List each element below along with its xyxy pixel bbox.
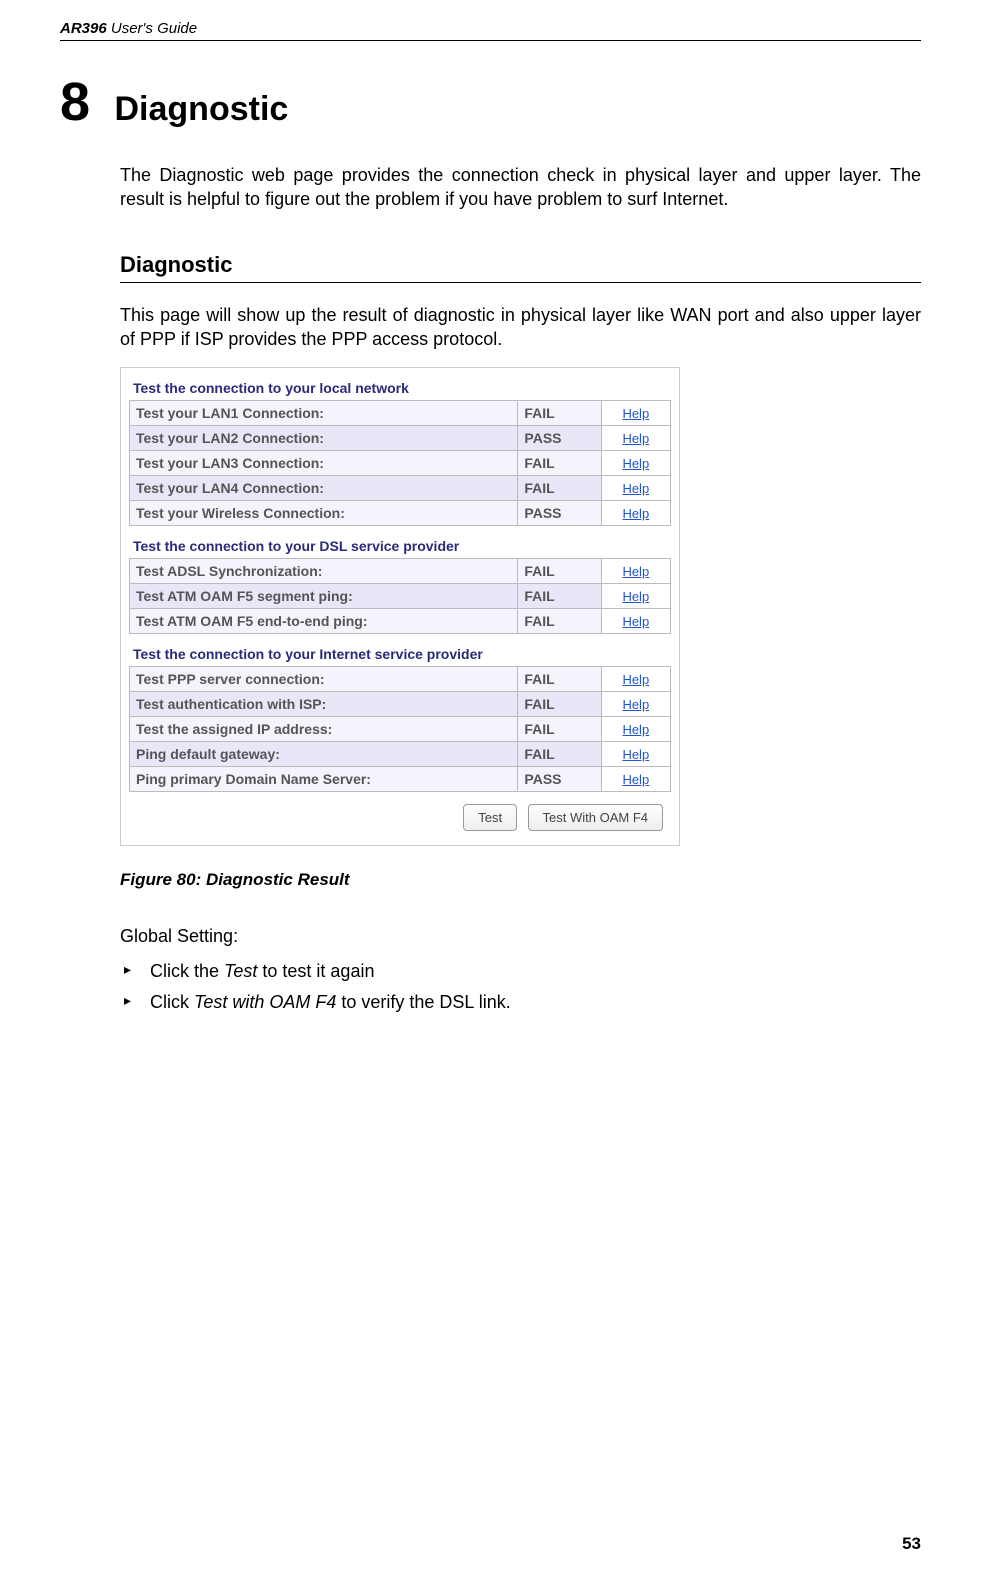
list-item: Click Test with OAM F4 to verify the DSL…: [120, 992, 921, 1013]
bullet-prefix: Click the: [150, 961, 224, 981]
diag-test-label: Ping primary Domain Name Server:: [130, 767, 518, 792]
help-link[interactable]: Help: [622, 506, 649, 521]
diag-test-label: Test authentication with ISP:: [130, 692, 518, 717]
diag-test-label: Test PPP server connection:: [130, 667, 518, 692]
section-paragraph: This page will show up the result of dia…: [120, 303, 921, 352]
figure-caption: Figure 80: Diagnostic Result: [120, 870, 921, 890]
diag-help-cell: Help: [601, 609, 670, 634]
diag-help-cell: Help: [601, 559, 670, 584]
bullet-list: Click the Test to test it again Click Te…: [120, 961, 921, 1013]
diag-test-label: Test ATM OAM F5 end-to-end ping:: [130, 609, 518, 634]
diag-help-cell: Help: [601, 426, 670, 451]
diag-test-label: Test your LAN2 Connection:: [130, 426, 518, 451]
diag-status: FAIL: [518, 609, 601, 634]
section-heading-diagnostic: Diagnostic: [120, 252, 921, 283]
diag-help-cell: Help: [601, 451, 670, 476]
bullet-prefix: Click: [150, 992, 194, 1012]
diag-test-label: Test your LAN4 Connection:: [130, 476, 518, 501]
table-row: Test your LAN4 Connection: FAIL Help: [130, 476, 671, 501]
diag-group-title: Test the connection to your local networ…: [133, 380, 671, 396]
diag-test-label: Test your Wireless Connection:: [130, 501, 518, 526]
global-setting-heading: Global Setting:: [120, 926, 921, 947]
diag-status: FAIL: [518, 667, 601, 692]
diag-help-cell: Help: [601, 501, 670, 526]
page-number: 53: [902, 1534, 921, 1554]
diag-table-dsl: Test ADSL Synchronization: FAIL Help Tes…: [129, 558, 671, 634]
help-link[interactable]: Help: [622, 614, 649, 629]
diagnostic-panel: Test the connection to your local networ…: [120, 367, 680, 846]
diag-help-cell: Help: [601, 667, 670, 692]
table-row: Test ADSL Synchronization: FAIL Help: [130, 559, 671, 584]
diag-status: FAIL: [518, 717, 601, 742]
chapter-number: 8: [60, 71, 90, 133]
diag-test-label: Test the assigned IP address:: [130, 717, 518, 742]
diag-group-title: Test the connection to your Internet ser…: [133, 646, 671, 662]
diag-test-label: Test your LAN3 Connection:: [130, 451, 518, 476]
diag-table-local: Test your LAN1 Connection: FAIL Help Tes…: [129, 400, 671, 526]
diag-status: FAIL: [518, 401, 601, 426]
diag-test-label: Ping default gateway:: [130, 742, 518, 767]
header-product: AR396: [60, 20, 107, 37]
help-link[interactable]: Help: [622, 697, 649, 712]
help-link[interactable]: Help: [622, 564, 649, 579]
diag-status: FAIL: [518, 451, 601, 476]
diag-help-cell: Help: [601, 692, 670, 717]
table-row: Test PPP server connection: FAIL Help: [130, 667, 671, 692]
chapter-heading: 8 Diagnostic: [60, 71, 921, 133]
table-row: Test your LAN3 Connection: FAIL Help: [130, 451, 671, 476]
table-row: Ping default gateway: FAIL Help: [130, 742, 671, 767]
test-button[interactable]: Test: [463, 804, 517, 831]
help-link[interactable]: Help: [622, 722, 649, 737]
help-link[interactable]: Help: [622, 406, 649, 421]
diag-help-cell: Help: [601, 584, 670, 609]
table-row: Test your Wireless Connection: PASS Help: [130, 501, 671, 526]
table-row: Test your LAN2 Connection: PASS Help: [130, 426, 671, 451]
diag-group-title: Test the connection to your DSL service …: [133, 538, 671, 554]
diag-status: FAIL: [518, 559, 601, 584]
help-link[interactable]: Help: [622, 431, 649, 446]
table-row: Ping primary Domain Name Server: PASS He…: [130, 767, 671, 792]
bullet-suffix: to verify the DSL link.: [336, 992, 510, 1012]
bullet-italic: Test with OAM F4: [194, 992, 336, 1012]
help-link[interactable]: Help: [622, 589, 649, 604]
diag-test-label: Test ADSL Synchronization:: [130, 559, 518, 584]
diag-status: PASS: [518, 767, 601, 792]
diag-status: FAIL: [518, 476, 601, 501]
help-link[interactable]: Help: [622, 481, 649, 496]
table-row: Test ATM OAM F5 segment ping: FAIL Help: [130, 584, 671, 609]
diag-status: FAIL: [518, 742, 601, 767]
diag-table-isp: Test PPP server connection: FAIL Help Te…: [129, 666, 671, 792]
help-link[interactable]: Help: [622, 672, 649, 687]
help-link[interactable]: Help: [622, 456, 649, 471]
diag-test-label: Test ATM OAM F5 segment ping:: [130, 584, 518, 609]
diag-help-cell: Help: [601, 767, 670, 792]
header-suffix: User's Guide: [107, 20, 197, 37]
diag-status: FAIL: [518, 584, 601, 609]
diag-status: PASS: [518, 501, 601, 526]
bullet-suffix: to test it again: [257, 961, 374, 981]
diag-help-cell: Help: [601, 401, 670, 426]
intro-paragraph: The Diagnostic web page provides the con…: [120, 163, 921, 212]
diag-status: FAIL: [518, 692, 601, 717]
table-row: Test authentication with ISP: FAIL Help: [130, 692, 671, 717]
table-row: Test the assigned IP address: FAIL Help: [130, 717, 671, 742]
table-row: Test ATM OAM F5 end-to-end ping: FAIL He…: [130, 609, 671, 634]
diag-test-label: Test your LAN1 Connection:: [130, 401, 518, 426]
diag-help-cell: Help: [601, 476, 670, 501]
diag-help-cell: Help: [601, 717, 670, 742]
button-row: Test Test With OAM F4: [129, 804, 671, 831]
test-oam-button[interactable]: Test With OAM F4: [528, 804, 663, 831]
help-link[interactable]: Help: [622, 772, 649, 787]
diag-help-cell: Help: [601, 742, 670, 767]
table-row: Test your LAN1 Connection: FAIL Help: [130, 401, 671, 426]
chapter-title: Diagnostic: [115, 90, 289, 129]
diag-status: PASS: [518, 426, 601, 451]
help-link[interactable]: Help: [622, 747, 649, 762]
list-item: Click the Test to test it again: [120, 961, 921, 982]
page-header: AR396 User's Guide: [60, 20, 921, 41]
bullet-italic: Test: [224, 961, 257, 981]
